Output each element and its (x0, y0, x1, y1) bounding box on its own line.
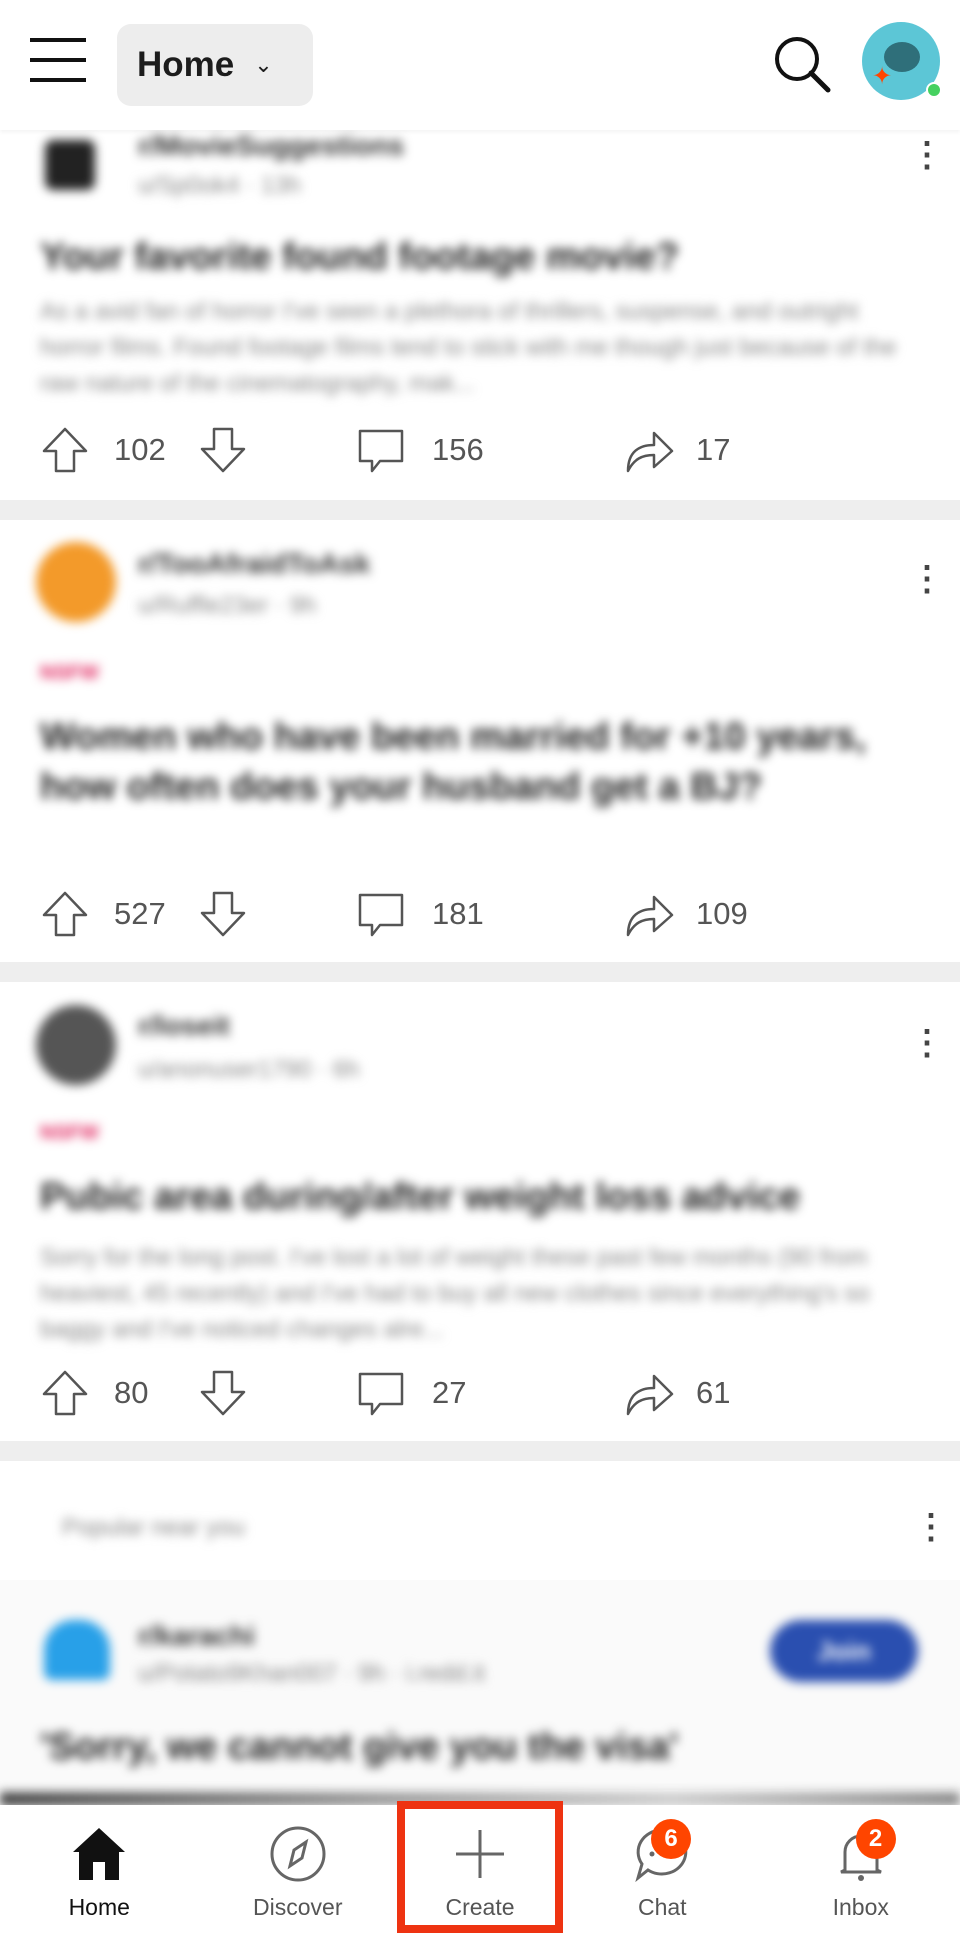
comment-count: 181 (432, 896, 484, 931)
divider (0, 1441, 960, 1461)
chat-badge: 6 (651, 1819, 691, 1859)
share-icon[interactable] (622, 889, 676, 939)
subreddit-icon[interactable] (45, 140, 95, 190)
post-title[interactable]: 'Sorry, we cannot give you the visa' (40, 1722, 920, 1772)
post-meta: u/Sp0ok4 · 13h (138, 172, 301, 199)
upvote-count: 102 (114, 432, 166, 467)
menu-icon[interactable] (30, 38, 86, 86)
comment-icon[interactable] (356, 425, 406, 475)
share-count: 17 (696, 432, 731, 467)
nav-chat[interactable]: Chat 6 (563, 1805, 762, 1933)
post-body: As a avid fan of horror I've seen a plet… (40, 298, 897, 397)
comment-icon[interactable] (356, 1368, 406, 1418)
more-options-icon[interactable]: ⋮ (910, 1026, 944, 1060)
upvote-count: 80 (114, 1375, 149, 1410)
post-title[interactable]: Women who have been married for +10 year… (40, 712, 920, 812)
subreddit-icon[interactable] (44, 1620, 110, 1680)
downvote-icon[interactable] (198, 425, 248, 475)
nav-create[interactable]: Create (397, 1801, 563, 1933)
nav-inbox[interactable]: Inbox 2 (762, 1805, 960, 1933)
share-count: 109 (696, 896, 748, 931)
section-label: Popular near you (62, 1514, 245, 1541)
subreddit-name[interactable]: r/karachi (138, 1620, 255, 1652)
more-options-icon[interactable]: ⋮ (910, 562, 944, 596)
more-options-icon[interactable]: ⋮ (910, 138, 944, 172)
subreddit-icon[interactable] (36, 542, 116, 622)
feed-selector[interactable]: Home ⌄ (117, 24, 313, 106)
share-icon[interactable] (622, 425, 676, 475)
subreddit-name[interactable]: r/MovieSuggestions (138, 130, 404, 162)
subreddit-icon[interactable] (36, 1005, 116, 1085)
nav-home[interactable]: Home (0, 1805, 199, 1933)
home-icon (73, 1828, 126, 1880)
post-title[interactable]: Pubic area during/after weight loss advi… (40, 1172, 920, 1222)
post-meta: u/Potato9Khan007 · 9h · i.redd.it (138, 1660, 485, 1687)
plus-icon (456, 1830, 504, 1878)
top-bar: Home ⌄ ✦ (0, 0, 960, 130)
upvote-icon[interactable] (40, 1368, 90, 1418)
upvote-icon[interactable] (40, 889, 90, 939)
avatar[interactable]: ✦ (862, 22, 942, 100)
online-indicator (926, 82, 942, 98)
post-body: Sorry for the long post. I've lost a lot… (40, 1244, 870, 1343)
downvote-icon[interactable] (198, 889, 248, 939)
comment-count: 156 (432, 432, 484, 467)
nav-discover[interactable]: Discover (199, 1805, 398, 1933)
more-options-icon[interactable]: ⋮ (914, 1510, 948, 1544)
downvote-icon[interactable] (198, 1368, 248, 1418)
upvote-count: 527 (114, 896, 166, 931)
comment-count: 27 (432, 1375, 467, 1410)
nsfw-tag: NSFW (40, 1122, 99, 1144)
search-icon[interactable] (770, 32, 834, 96)
inbox-badge: 2 (855, 1819, 896, 1859)
share-count: 61 (696, 1375, 731, 1410)
bottom-nav: Home Discover Create Chat 6 Inbox 2 (0, 1801, 960, 1933)
chevron-down-icon: ⌄ (254, 52, 273, 77)
share-icon[interactable] (622, 1368, 676, 1418)
post-meta: u/Ruffle23er · 9h (138, 592, 317, 619)
subreddit-name[interactable]: r/loseit (138, 1010, 230, 1042)
comment-icon[interactable] (356, 889, 406, 939)
nsfw-tag: NSFW (40, 662, 99, 684)
divider (0, 500, 960, 520)
post-meta: u/anonuser1790 · 6h (138, 1056, 360, 1083)
post-title[interactable]: Your favorite found footage movie? (40, 232, 920, 282)
join-button[interactable]: Join (770, 1620, 918, 1682)
divider (0, 962, 960, 982)
upvote-icon[interactable] (40, 425, 90, 475)
compass-icon (270, 1826, 326, 1882)
subreddit-name[interactable]: r/TooAfraidToAsk (138, 548, 370, 580)
